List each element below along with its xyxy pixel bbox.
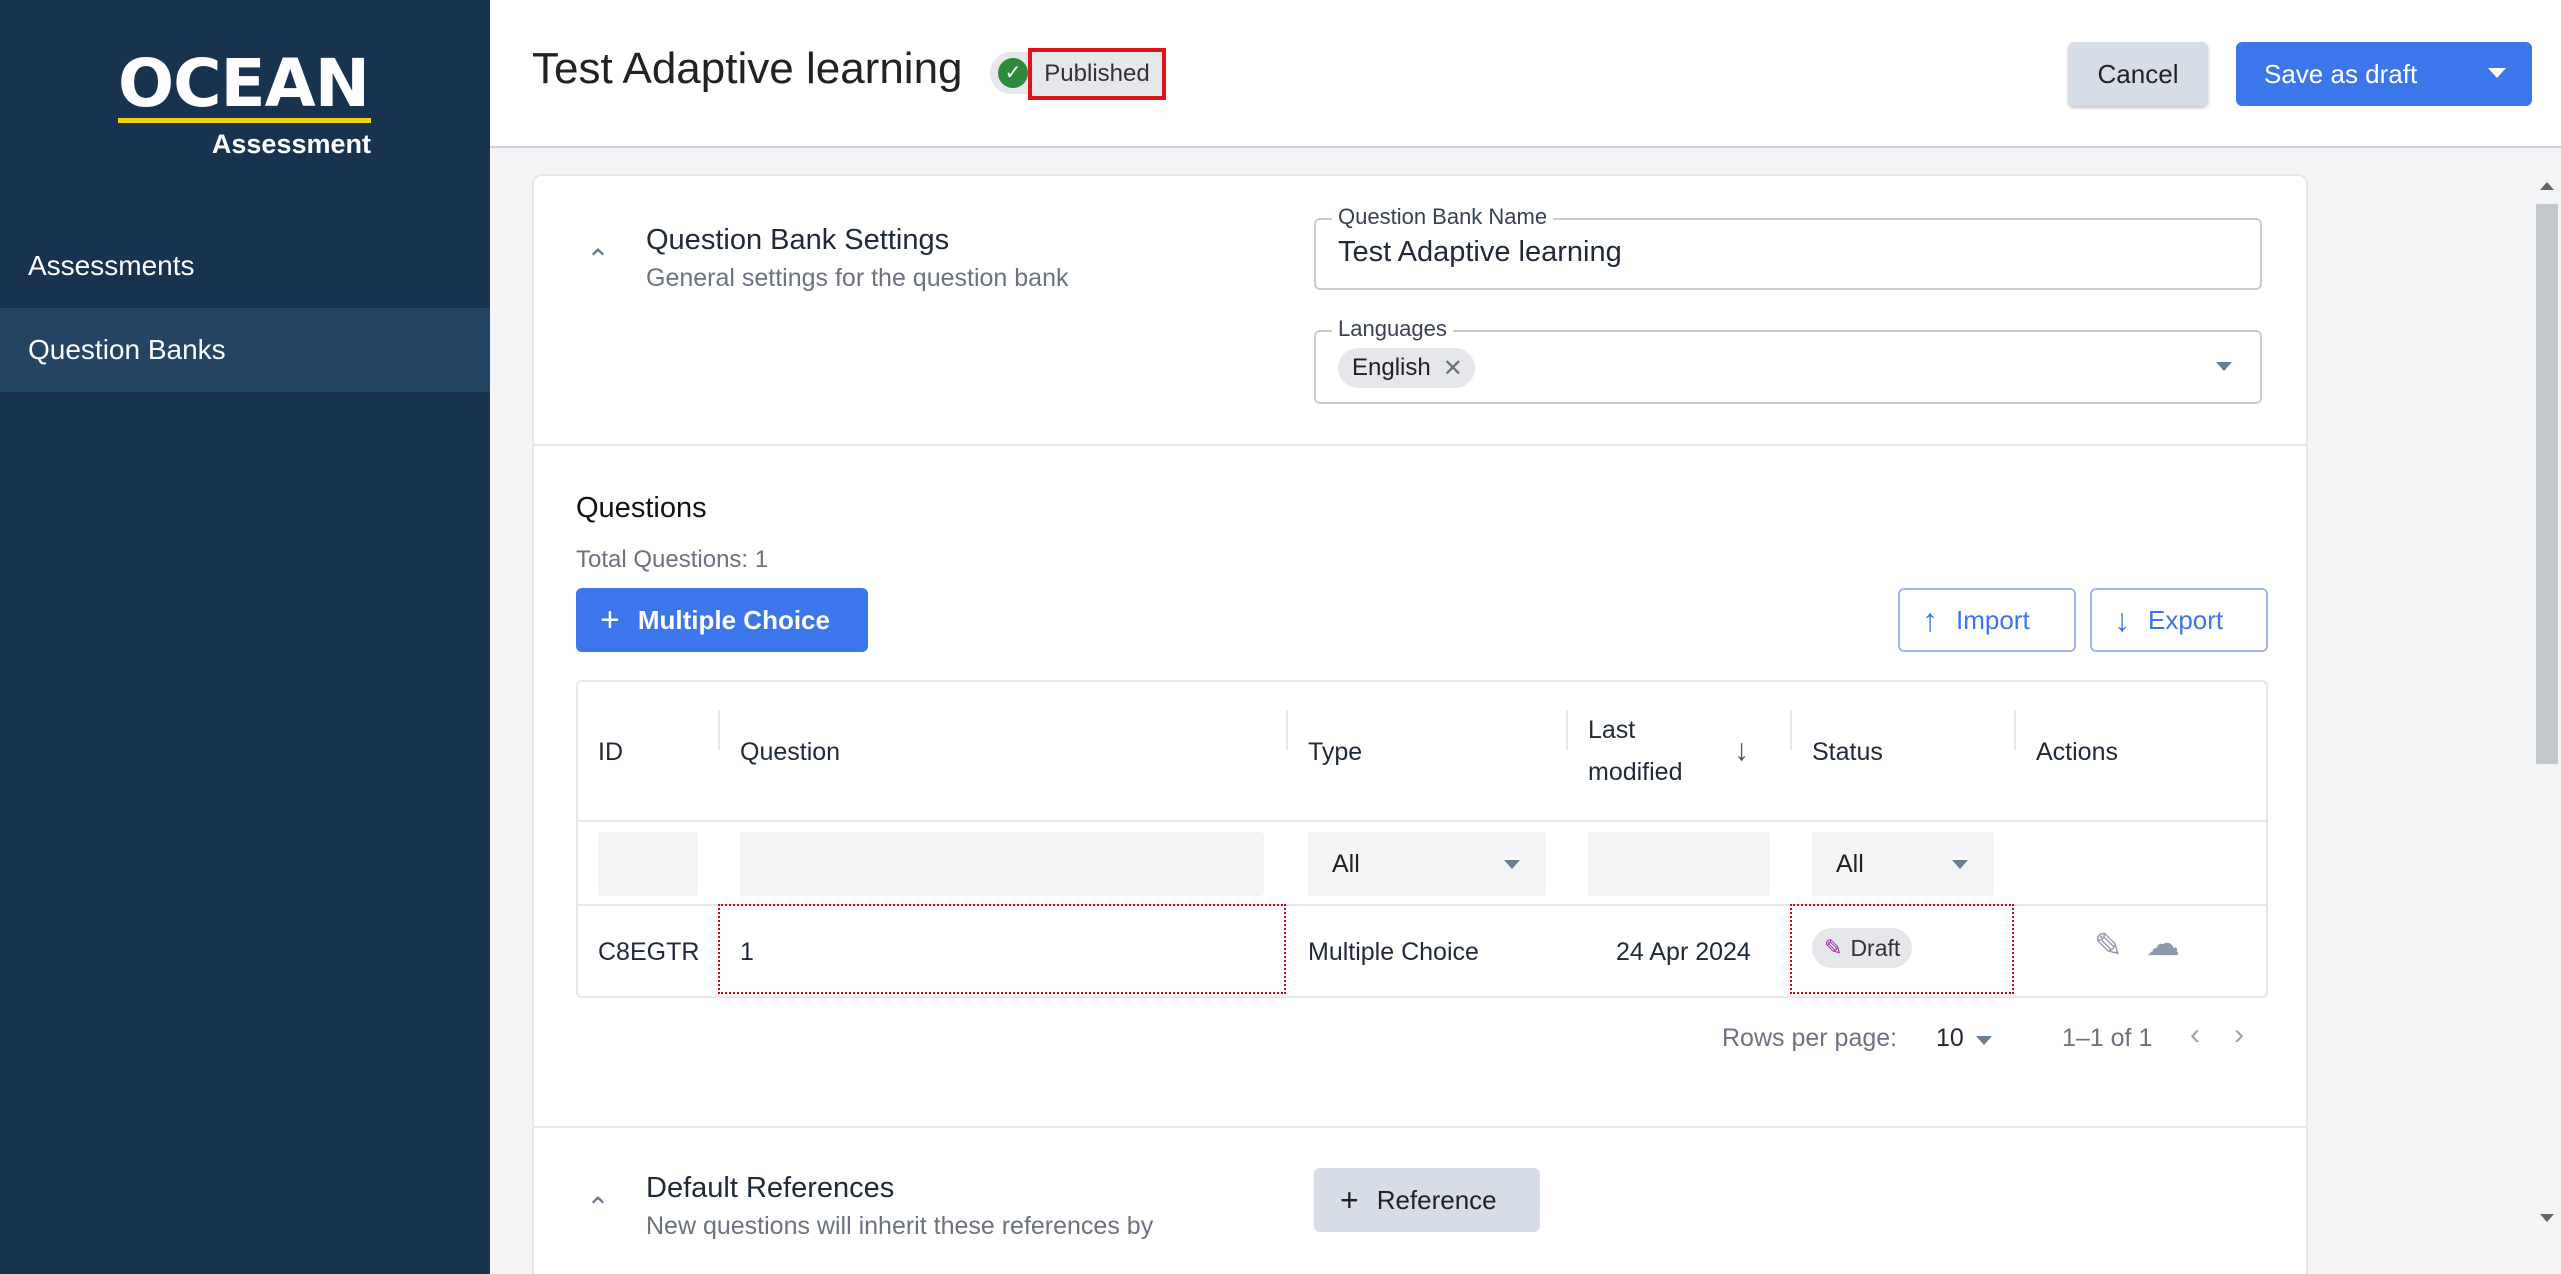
sidebar-item-assessments[interactable]: Assessments	[0, 224, 490, 308]
add-reference-button[interactable]: + Reference	[1314, 1168, 1540, 1232]
arrow-down-icon: ↓	[2114, 601, 2130, 638]
scroll-down-icon[interactable]	[2540, 1214, 2554, 1222]
question-bank-card: ⌃ Question Bank Settings General setting…	[532, 174, 2308, 1274]
close-icon[interactable]: ✕	[1443, 354, 1463, 383]
column-separator[interactable]	[1566, 710, 1568, 750]
status-badge-label: Published	[1044, 60, 1150, 87]
settings-subtitle: General settings for the question bank	[646, 264, 1069, 292]
page-header: Test Adaptive learning ✓ Published Cance…	[490, 0, 2561, 148]
cell-modified: 24 Apr 2024	[1616, 938, 1751, 966]
language-chip-label: English	[1352, 354, 1431, 381]
chevron-down-icon[interactable]	[2216, 362, 2232, 371]
page-title: Test Adaptive learning	[532, 44, 963, 93]
settings-title: Question Bank Settings	[646, 224, 950, 256]
save-as-draft-button[interactable]: Save as draft	[2236, 42, 2532, 106]
check-circle-icon: ✓	[998, 58, 1028, 88]
export-button[interactable]: ↓ Export	[2090, 588, 2268, 652]
previous-page-icon[interactable]: ‹	[2190, 1018, 2200, 1052]
filter-modified-input[interactable]	[1588, 832, 1770, 896]
column-header-type[interactable]: Type	[1308, 738, 1362, 767]
sort-arrow-down-icon[interactable]: ↓	[1734, 734, 1749, 768]
languages-label: Languages	[1332, 316, 1453, 342]
column-header-id[interactable]: ID	[598, 738, 623, 767]
filter-status-value: All	[1836, 849, 1864, 878]
logo-title: OCEAN	[118, 45, 370, 122]
filter-id-input[interactable]	[598, 832, 698, 896]
scrollbar[interactable]	[2532, 174, 2561, 1230]
plus-icon: +	[1340, 1181, 1359, 1218]
cell-question-highlight[interactable]	[718, 904, 1286, 994]
cell-type: Multiple Choice	[1308, 938, 1479, 966]
references-title: Default References	[646, 1172, 895, 1204]
cancel-button[interactable]: Cancel	[2068, 42, 2208, 106]
filter-question-input[interactable]	[740, 832, 1264, 896]
scroll-up-icon[interactable]	[2540, 182, 2554, 190]
filter-type-value: All	[1332, 849, 1360, 878]
arrow-up-icon: ↑	[1922, 601, 1938, 638]
references-subtitle: New questions will inherit these referen…	[646, 1212, 1154, 1240]
column-header-last: Last	[1588, 716, 1636, 744]
divider	[534, 1126, 2306, 1128]
rows-per-page-label: Rows per page:	[1722, 1024, 1898, 1052]
chevron-down-icon	[1504, 860, 1520, 869]
chevron-down-icon[interactable]	[2488, 68, 2506, 78]
divider	[578, 820, 2266, 822]
column-separator[interactable]	[1286, 710, 1288, 750]
sidebar: OCEAN Assessment Assessments Question Ba…	[0, 0, 490, 1274]
question-bank-name-label: Question Bank Name	[1332, 204, 1554, 230]
status-badge: ✎ Draft	[1812, 928, 1913, 968]
sidebar-item-question-banks[interactable]: Question Banks	[0, 308, 490, 392]
add-multiple-choice-button[interactable]: + Multiple Choice	[576, 588, 868, 652]
total-questions: Total Questions: 1	[576, 546, 769, 573]
chevron-down-icon[interactable]	[1976, 1036, 1992, 1045]
language-chip[interactable]: English ✕	[1338, 348, 1475, 388]
questions-title: Questions	[576, 492, 707, 524]
export-label: Export	[2148, 604, 2224, 635]
chevron-down-icon	[1952, 860, 1968, 869]
pagination-range: 1–1 of 1	[2062, 1024, 2153, 1052]
column-separator[interactable]	[2014, 710, 2016, 750]
column-header-modified: modified	[1588, 758, 1683, 786]
cloud-upload-icon[interactable]: ☁	[2146, 924, 2180, 964]
logo-subtitle: Assessment	[211, 129, 371, 159]
import-button[interactable]: ↑ Import	[1898, 588, 2076, 652]
chevron-up-icon[interactable]: ⌃	[586, 246, 610, 274]
questions-table: ID Question Type Last modified ↓ Status …	[576, 680, 2268, 998]
column-header-last-modified[interactable]: Last	[1588, 716, 1635, 745]
status-label: Draft	[1850, 934, 1901, 961]
cell-id: C8EGTR	[598, 938, 700, 966]
question-bank-name-value: Test Adaptive learning	[1338, 236, 1622, 268]
import-label: Import	[1956, 604, 2030, 635]
plus-icon: +	[600, 600, 620, 639]
sidebar-item-label: Assessments	[28, 250, 195, 281]
add-multiple-choice-label: Multiple Choice	[637, 604, 830, 635]
chevron-up-icon[interactable]: ⌃	[586, 1194, 610, 1222]
column-separator[interactable]	[1790, 710, 1792, 750]
next-page-icon[interactable]: ›	[2234, 1018, 2244, 1052]
status-badge: Published	[1028, 48, 1166, 100]
column-header-actions: Actions	[2036, 738, 2118, 766]
scrollbar-thumb[interactable]	[2536, 204, 2558, 764]
rows-per-page-select[interactable]: 10	[1936, 1024, 1964, 1053]
column-separator[interactable]	[718, 710, 720, 750]
cell-question: 1	[740, 938, 754, 966]
filter-status-select[interactable]: All	[1812, 832, 1994, 896]
column-header-question[interactable]: Question	[740, 738, 840, 767]
cancel-label: Cancel	[2097, 58, 2179, 89]
save-label: Save as draft	[2264, 58, 2418, 89]
divider	[534, 444, 2306, 446]
sidebar-item-label: Question Banks	[28, 334, 226, 365]
column-header-status[interactable]: Status	[1812, 738, 1883, 767]
draft-pen-icon: ✎	[1824, 935, 1843, 960]
filter-type-select[interactable]: All	[1308, 832, 1546, 896]
ocean-logo[interactable]: OCEAN Assessment	[118, 45, 373, 162]
edit-icon[interactable]: ✎	[2094, 926, 2123, 966]
add-reference-label: Reference	[1376, 1184, 1497, 1215]
